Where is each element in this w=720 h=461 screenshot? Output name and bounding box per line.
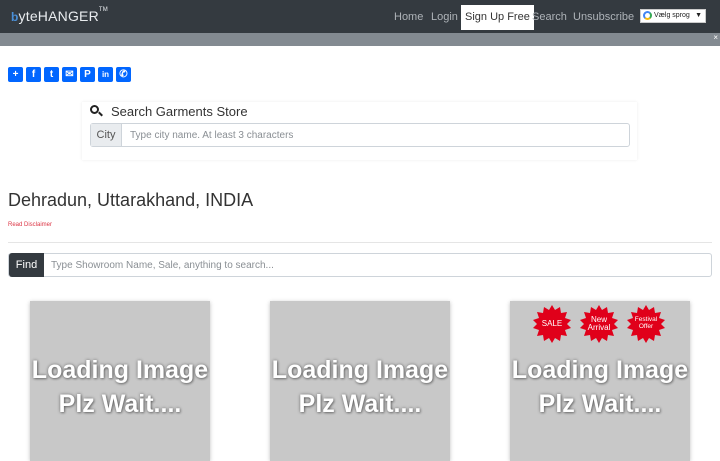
- brand-trademark: TM: [98, 7, 108, 13]
- notification-bar: ×: [0, 33, 720, 46]
- search-icon: [90, 105, 103, 117]
- find-input[interactable]: [45, 254, 710, 276]
- wait-text: Plz Wait....: [538, 390, 662, 418]
- nav-signup-link[interactable]: Sign Up Free: [461, 5, 534, 30]
- close-icon[interactable]: ×: [713, 33, 718, 42]
- city-input-group: City: [90, 123, 630, 147]
- nav-search-link[interactable]: Search: [532, 5, 567, 30]
- brand-logo[interactable]: byteHANGERTM: [11, 7, 108, 24]
- nav-home-link[interactable]: Home: [394, 5, 423, 30]
- store-card[interactable]: Loading Image Plz Wait....: [30, 301, 210, 461]
- loading-text: Loading Image: [271, 356, 449, 384]
- email-icon[interactable]: ✉: [62, 67, 77, 82]
- new-badge-line2: Arrival: [587, 323, 611, 332]
- loading-text: Loading Image: [511, 356, 689, 384]
- find-label: Find: [9, 253, 44, 277]
- sale-badge-label: SALE: [541, 318, 563, 328]
- festival-badge-line2: Offer: [638, 323, 654, 330]
- loading-text: Loading Image: [31, 356, 209, 384]
- store-card[interactable]: Loading Image Plz Wait....: [270, 301, 450, 461]
- chevron-down-icon: ▼: [695, 12, 702, 19]
- find-input-group: Find: [8, 253, 712, 277]
- city-label: City: [91, 124, 122, 146]
- store-search-card: Search Garments Store City: [82, 102, 637, 160]
- new-arrival-badge: New Arrival: [579, 304, 619, 344]
- wait-text: Plz Wait....: [58, 390, 182, 418]
- sale-badge: SALE: [532, 304, 572, 344]
- brand-name: yteHANGER: [18, 8, 99, 24]
- twitter-icon[interactable]: t: [44, 67, 59, 82]
- page-title: Dehradun, Uttarakhand, INDIA: [8, 190, 254, 210]
- read-disclaimer-link[interactable]: Read Disclaimer: [8, 222, 52, 228]
- language-select-label: Vælg sprog: [654, 12, 690, 19]
- nav-unsubscribe-link[interactable]: Unsubscribe: [573, 5, 634, 30]
- linkedin-icon[interactable]: in: [98, 67, 113, 82]
- whatsapp-icon[interactable]: ✆: [116, 67, 131, 82]
- top-navbar: byteHANGERTM Home Login Sign Up Free Sea…: [0, 0, 720, 33]
- loading-image-placeholder: Loading Image Plz Wait....: [510, 353, 690, 421]
- facebook-icon[interactable]: f: [26, 67, 41, 82]
- loading-image-placeholder: Loading Image Plz Wait....: [30, 353, 210, 421]
- google-icon: [643, 11, 652, 20]
- loading-image-placeholder: Loading Image Plz Wait....: [270, 353, 450, 421]
- search-heading: Search Garments Store: [90, 104, 248, 119]
- festival-offer-badge: Festival Offer: [626, 304, 666, 344]
- wait-text: Plz Wait....: [298, 390, 422, 418]
- city-input[interactable]: [123, 124, 628, 146]
- store-card[interactable]: Loading Image Plz Wait.... SALE New Arri…: [510, 301, 690, 461]
- language-select[interactable]: Vælg sprog ▼: [640, 9, 706, 23]
- divider: [8, 242, 712, 243]
- pinterest-icon[interactable]: P: [80, 67, 95, 82]
- nav-login-link[interactable]: Login: [431, 5, 458, 30]
- search-title-text: Search Garments Store: [111, 104, 248, 119]
- share-plus-icon[interactable]: +: [8, 67, 23, 82]
- brand-mark: b: [11, 10, 19, 24]
